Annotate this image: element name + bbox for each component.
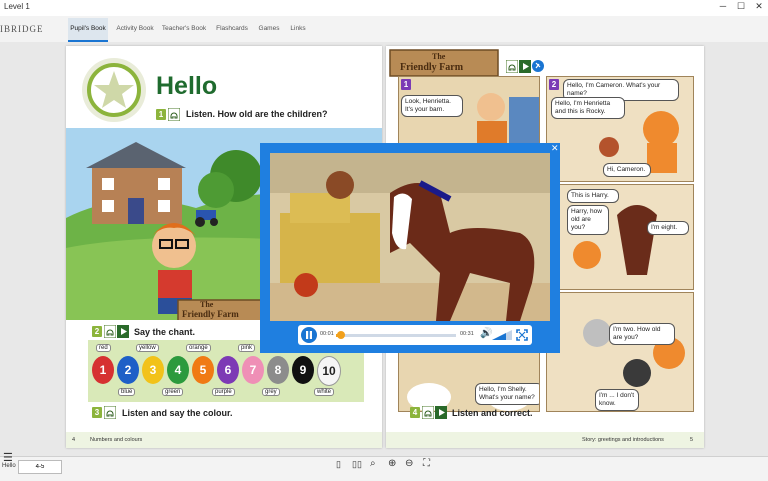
balloon-5[interactable]: 5 <box>192 356 214 384</box>
comic-panel-2: 2 Hello, I'm Cameron. What's your name? … <box>546 76 694 182</box>
double-page-icon[interactable]: ▯▯ <box>352 459 362 470</box>
balloon-9[interactable]: 9 <box>292 356 314 384</box>
close-icon[interactable]: ✕ <box>551 143 559 154</box>
balloon-6[interactable]: 6 <box>217 356 239 384</box>
volume-icon[interactable]: 🔊 <box>480 328 492 339</box>
comic-panel-1: 1 Look, Henrietta. It's your barn. <box>398 76 540 148</box>
speech-bubble: Hello, I'm Shelly. What's your name? <box>475 383 539 405</box>
zoom-in-icon[interactable]: ⊕ <box>388 458 396 469</box>
activity-instruction: Listen. How old are the children? <box>186 109 328 119</box>
colour-label: yellow <box>136 344 159 352</box>
zoom-out-icon[interactable]: ⊖ <box>405 458 413 469</box>
tab-links[interactable]: Links <box>286 18 310 40</box>
colour-label: blue <box>118 388 136 396</box>
audio-icon[interactable] <box>422 406 434 419</box>
speech-bubble: I'm eight. <box>647 221 689 235</box>
panel-number: 2 <box>549 79 559 90</box>
volume-slider[interactable] <box>492 330 512 340</box>
close-icon[interactable]: ✕ <box>752 1 766 12</box>
comic-panel-4: This is Harry. Harry, how old are you? I… <box>546 184 694 290</box>
minimize-icon[interactable]: ─ <box>716 1 730 11</box>
balloon-10[interactable]: 10 <box>317 356 341 386</box>
video-icon[interactable] <box>435 406 447 419</box>
audio-icon[interactable] <box>104 406 116 419</box>
video-scene-image <box>270 153 550 321</box>
tab-teachers-book[interactable]: Teacher's Book <box>160 18 208 40</box>
footer-text: Numbers and colours <box>90 437 143 443</box>
balloon-1[interactable]: 1 <box>92 356 114 384</box>
footer-text: Story: greetings and introductions <box>582 437 664 443</box>
comic-panel-6: I'm two. How old are you? I'm ... I don'… <box>546 292 694 412</box>
zoom-fit-icon[interactable]: ⌕ <box>370 458 376 469</box>
colour-label: white <box>314 388 335 396</box>
activity-instruction: Listen and say the colour. <box>122 408 233 418</box>
panel-number: 1 <box>401 79 411 90</box>
activity-number: 4 <box>410 407 420 418</box>
bottom-toolbar: ☰ Hello ▯ ▯▯ ⌕ ⊕ ⊖ ⛶ <box>0 452 768 481</box>
speech-bubble: Hello, I'm Henrietta and this is Rocky. <box>551 97 625 119</box>
brand-logo: IBRIDGE <box>0 24 44 34</box>
speech-bubble: I'm two. How old are you? <box>609 323 675 345</box>
activity-number: 1 <box>156 109 166 120</box>
time-current: 00:01 <box>320 331 334 337</box>
comic-panel-5: Hello, I'm Shelly. What's your name? <box>398 352 540 412</box>
audio-icon[interactable] <box>168 108 180 121</box>
video-icon[interactable] <box>519 60 531 73</box>
activity-number: 2 <box>92 326 102 337</box>
balloon-3[interactable]: 3 <box>142 356 164 384</box>
logo-text-the: The <box>432 52 446 61</box>
time-total: 00:31 <box>460 331 474 337</box>
page-footer: 4 Numbers and colours <box>66 432 382 448</box>
page-footer: Story: greetings and introductions 5 <box>386 432 704 448</box>
sign-text-farm: Friendly Farm <box>182 309 239 319</box>
speech-bubble: Harry, how old are you? <box>567 205 609 235</box>
colour-label: pink <box>238 344 256 352</box>
fullscreen-icon[interactable] <box>516 329 528 341</box>
balloon-2[interactable]: 2 <box>117 356 139 384</box>
colour-label: grey <box>262 388 280 396</box>
tab-flashcards[interactable]: Flashcards <box>212 18 252 40</box>
balloon-4[interactable]: 4 <box>167 356 189 384</box>
pin-icon[interactable] <box>532 60 544 72</box>
page-heading: Hello <box>156 72 218 100</box>
progress-handle[interactable] <box>337 331 346 339</box>
progress-track[interactable] <box>336 334 456 337</box>
speech-bubble: Look, Henrietta. It's your barn. <box>401 95 463 117</box>
colour-label: red <box>96 344 111 352</box>
tab-activity-book[interactable]: Activity Book <box>112 18 158 40</box>
sign-text-the: The <box>200 300 214 309</box>
page-input[interactable] <box>18 460 62 474</box>
video-player[interactable]: ✕ 00:01 00:31 🔊 <box>260 143 560 353</box>
audio-icon[interactable] <box>506 60 518 73</box>
speech-bubble: I'm ... I don't know. <box>595 389 639 411</box>
logo-text-farm: Friendly Farm <box>400 62 464 73</box>
page-number: 5 <box>690 437 694 443</box>
maximize-icon[interactable]: ☐ <box>734 1 748 12</box>
menu-label: Hello <box>2 463 16 469</box>
single-page-icon[interactable]: ▯ <box>336 459 341 470</box>
activity-instruction: Listen and correct. <box>452 408 533 418</box>
video-icon[interactable] <box>117 325 129 338</box>
video-controls: 00:01 00:31 🔊 <box>298 325 532 345</box>
page-number: 4 <box>72 437 76 443</box>
title-bar: Level 1 ─ ☐ ✕ <box>0 0 768 17</box>
balloon-7[interactable]: 7 <box>242 356 264 384</box>
activity-instruction: Say the chant. <box>134 327 196 337</box>
tab-bar: IBRIDGE Pupil's Book Activity Book Teach… <box>0 16 768 43</box>
star-badge-icon <box>82 58 146 122</box>
colour-label: purple <box>212 388 235 396</box>
balloon-8[interactable]: 8 <box>267 356 289 384</box>
window-title: Level 1 <box>4 2 30 11</box>
video-frame[interactable] <box>270 153 550 321</box>
speech-bubble: Hi, Cameron. <box>603 163 651 177</box>
tab-pupils-book[interactable]: Pupil's Book <box>68 18 108 42</box>
tab-games[interactable]: Games <box>254 18 284 40</box>
pause-icon[interactable] <box>301 327 317 343</box>
audio-icon[interactable] <box>104 325 116 338</box>
fullscreen-icon[interactable]: ⛶ <box>423 458 430 469</box>
activity-number: 3 <box>92 407 102 418</box>
colour-label: green <box>162 388 184 396</box>
colour-label: orange <box>186 344 211 352</box>
speech-bubble: This is Harry. <box>567 189 619 203</box>
